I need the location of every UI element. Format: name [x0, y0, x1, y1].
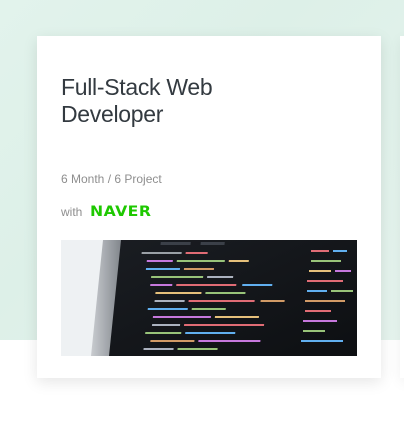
next-course-card-peek[interactable] [400, 36, 404, 378]
with-label: with [61, 205, 83, 219]
course-title-line-2: Developer [61, 101, 164, 127]
code-screen-image [61, 240, 357, 356]
course-title-line-1: Full-Stack Web [61, 74, 213, 100]
course-card[interactable]: Full-Stack Web Developer 6 Month / 6 Pro… [37, 36, 381, 378]
course-duration: 6 Month / 6 Project [61, 172, 162, 186]
partner-row: with NAVER [61, 202, 151, 222]
course-thumbnail [61, 240, 357, 356]
course-title: Full-Stack Web Developer [61, 74, 361, 128]
naver-logo: NAVER [90, 204, 152, 220]
